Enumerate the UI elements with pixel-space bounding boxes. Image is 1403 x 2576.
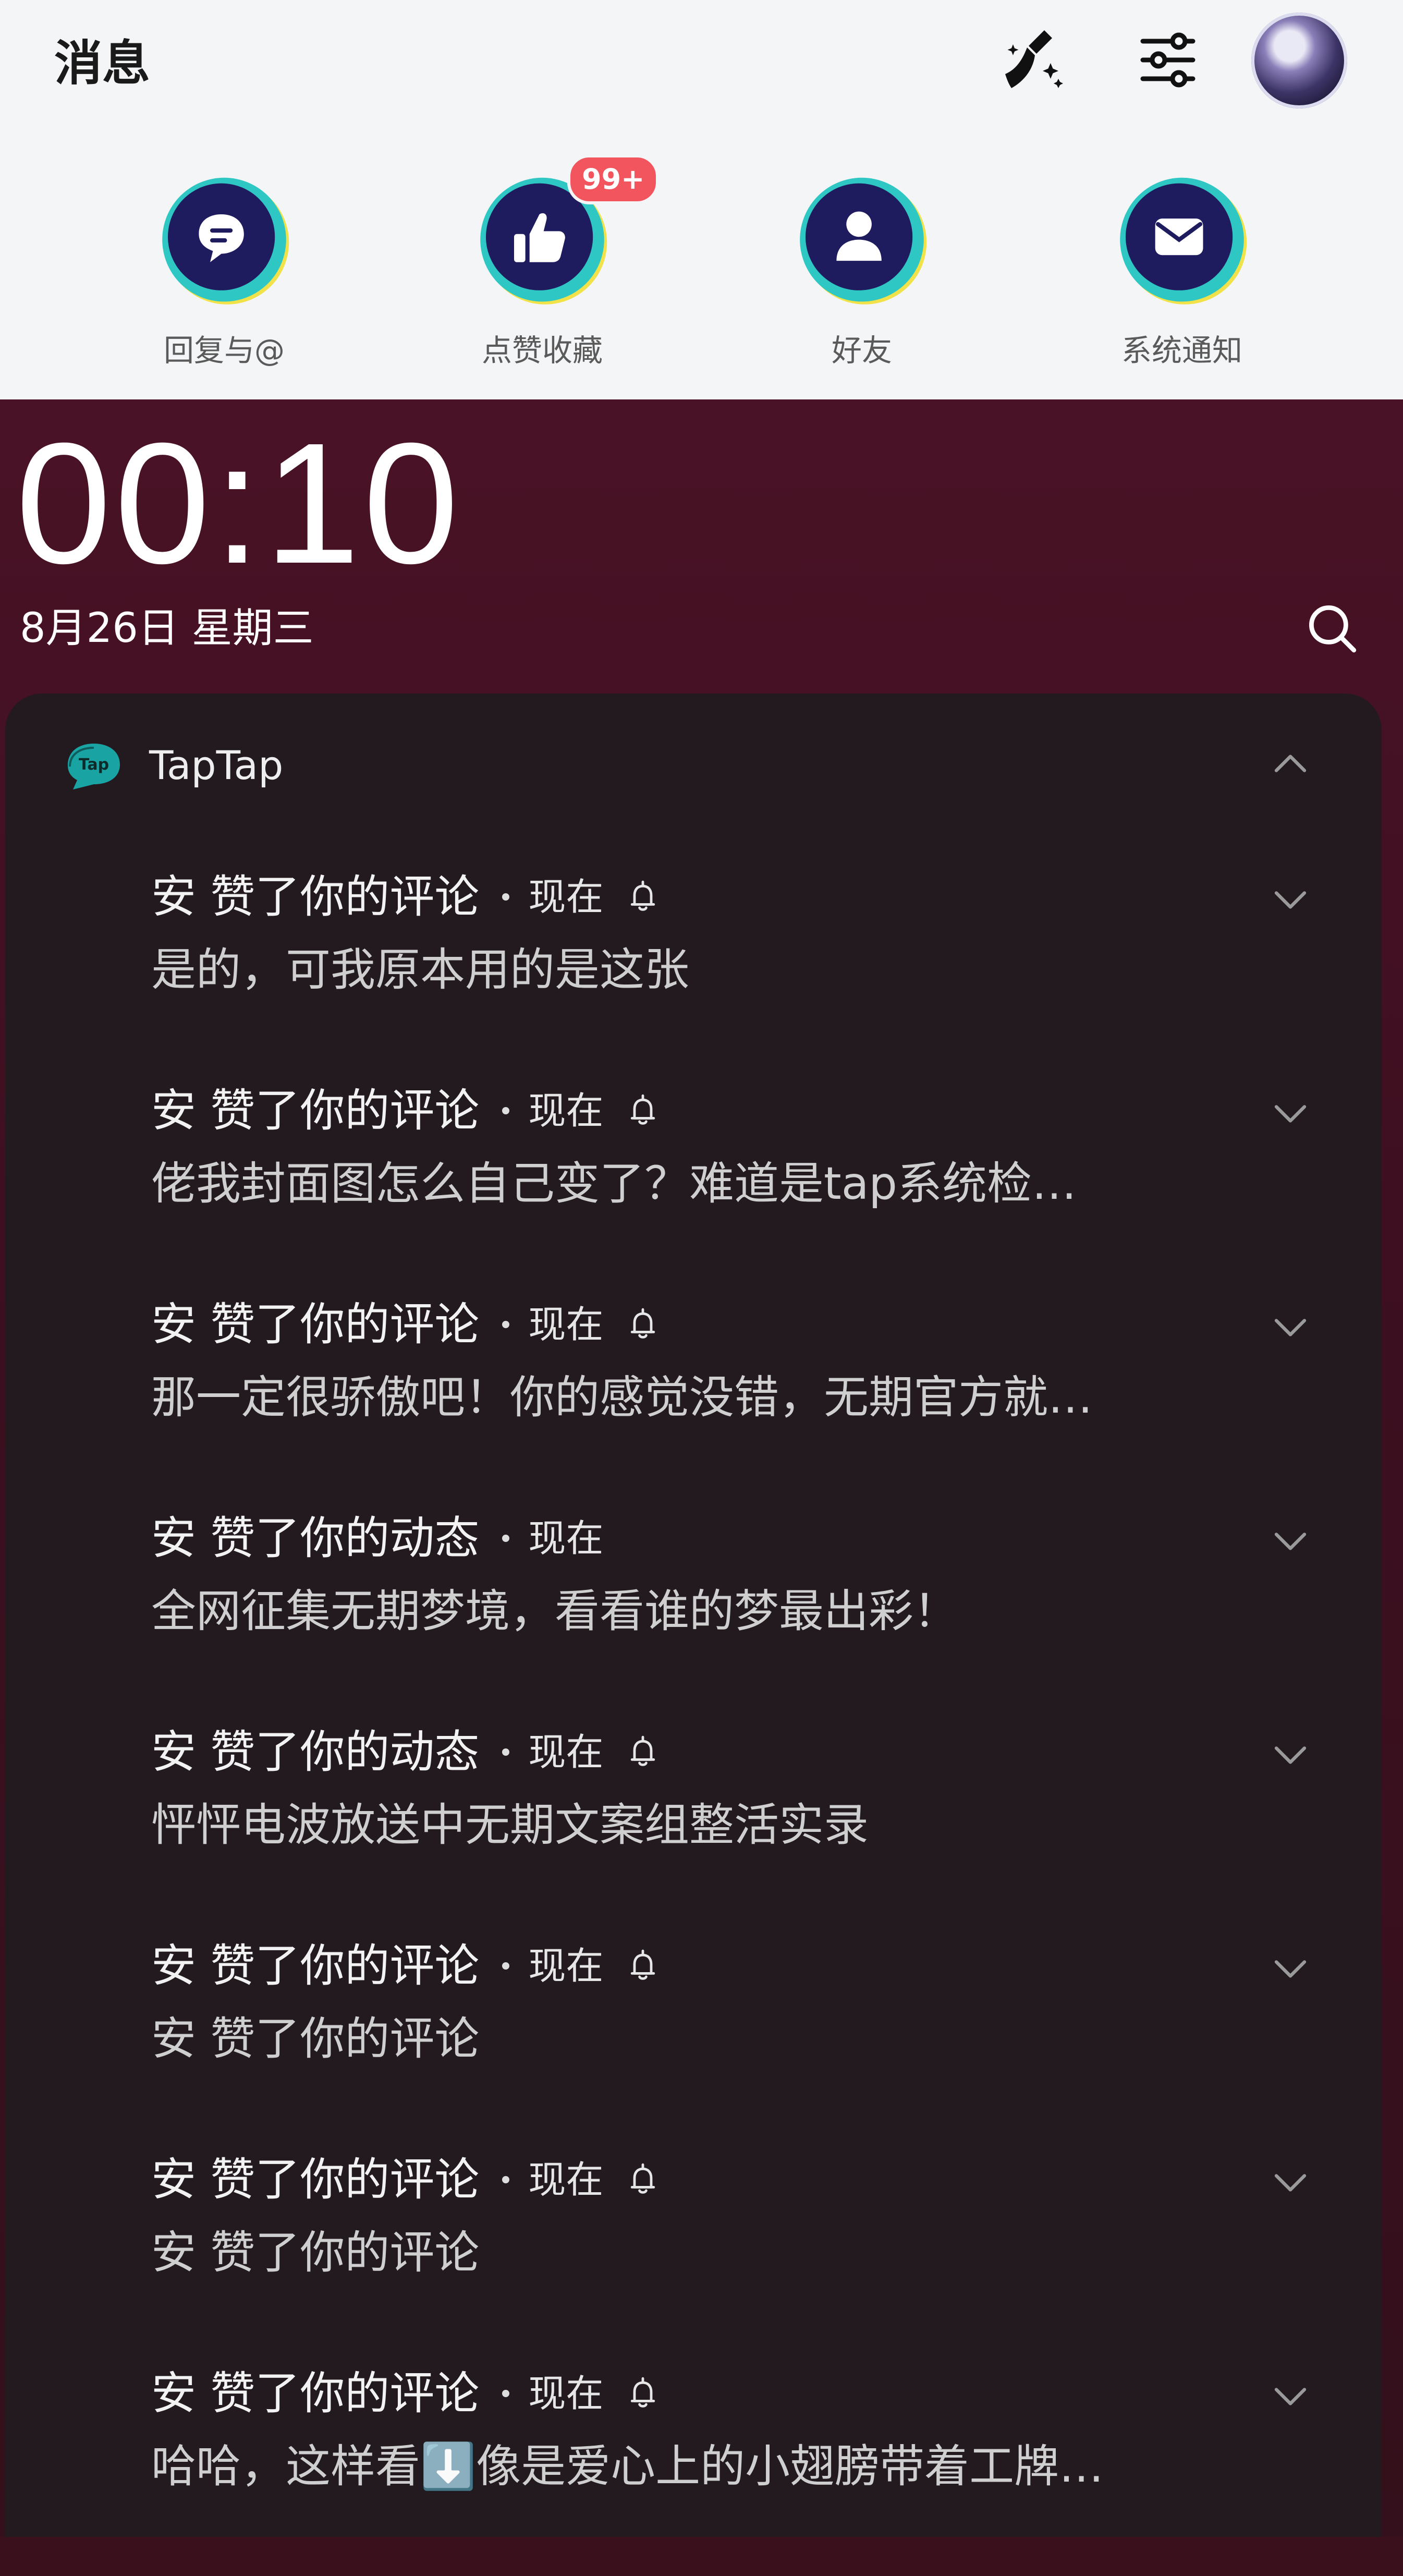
lockscreen-clock: 00:10 [16,407,462,599]
page-title: 消息 [54,35,151,91]
notification-header: 安 赞了你的评论 现在 [151,1935,664,1997]
bell-icon [631,2163,655,2194]
notification-title: 安 赞了你的评论 [151,871,480,923]
separator-dot [502,1748,510,1756]
bell-icon [631,880,655,911]
notification-item[interactable]: 安 赞了你的评论 现在 是的，可我原本用的是这张 [5,866,1382,1079]
broom-icon[interactable] [996,21,1074,99]
notification-body: 全网征集无期梦境，看看谁的梦最出彩！ [151,1585,958,1637]
notification-body: 哈哈，这样看⬇️像是爱心上的小翅膀带着工牌… [151,2440,1104,2493]
separator-dot [502,1107,510,1114]
person-icon [800,177,927,305]
notification-item[interactable]: 安 赞了你的动态 现在 怦怦电波放送中无期文案组整活实录 [5,1721,1382,1935]
notification-body: 佬我封面图怎么自己变了？难道是tap系统检… [151,1158,1077,1210]
chevron-down-icon[interactable] [1267,1304,1314,1351]
notification-item[interactable]: 安 赞了你的评论 现在 安 赞了你的评论 [5,1935,1382,2148]
notification-header: 安 赞了你的动态 现在 [151,1721,664,1783]
separator-dot [502,1321,510,1328]
notification-time: 现在 [528,1944,604,1988]
envelope-icon [1120,177,1247,305]
bell-icon [631,2377,655,2408]
category-label: 系统通知 [1121,333,1242,368]
category-label: 好友 [831,333,892,368]
notification-time: 现在 [528,1089,604,1133]
chevron-up-icon[interactable] [1267,740,1314,787]
filter-settings-icon[interactable] [1129,21,1207,99]
notification-time: 现在 [528,1303,604,1346]
category-system[interactable]: 系统通知 [1099,172,1265,371]
chat-bubble-icon [162,177,289,305]
notification-body: 是的，可我原本用的是这张 [151,944,689,996]
notification-body: 怦怦电波放送中无期文案组整活实录 [151,1799,869,1851]
notification-header: 安 赞了你的评论 现在 [151,2362,664,2425]
notification-time: 现在 [528,1516,604,1560]
notification-item[interactable]: 安 赞了你的评论 现在 佬我封面图怎么自己变了？难道是tap系统检… [5,1079,1382,1293]
category-friends[interactable]: 好友 [778,172,945,371]
chevron-down-icon[interactable] [1267,2159,1314,2206]
notification-time: 现在 [528,1730,604,1774]
bell-icon [631,1735,655,1766]
notification-title: 安 赞了你的动态 [151,1726,480,1778]
notification-title: 安 赞了你的动态 [151,1512,480,1564]
search-icon[interactable] [1303,600,1361,657]
notification-app-name: TapTap [149,742,284,788]
notification-header: 安 赞了你的评论 现在 [151,866,664,928]
category-label: 回复与@ [163,333,285,368]
notification-time: 现在 [528,875,604,919]
notification-time: 现在 [528,2158,604,2202]
notification-title: 安 赞了你的评论 [151,1940,480,1992]
category-label: 点赞收藏 [481,333,603,368]
notification-body: 那一定很骄傲吧！你的感觉没错，无期官方就… [151,1371,1093,1424]
separator-dot [502,1535,510,1542]
notification-title: 安 赞了你的评论 [151,2154,480,2206]
svg-text:Tap: Tap [79,756,109,774]
chevron-down-icon[interactable] [1267,1517,1314,1564]
notification-title: 安 赞了你的评论 [151,2367,480,2420]
unread-badge: 99+ [567,154,660,204]
category-reply[interactable]: 回复与@ [141,172,308,371]
notification-title: 安 赞了你的评论 [151,1298,480,1351]
notification-header: 安 赞了你的评论 现在 [151,2148,664,2211]
notification-header: 安 赞了你的评论 现在 [151,1079,664,1142]
notification-item[interactable]: 安 赞了你的动态 现在 全网征集无期梦境，看看谁的梦最出彩！ [5,1507,1382,1721]
separator-dot [502,893,510,901]
chevron-down-icon[interactable] [1267,876,1314,923]
taptap-app-icon: Tap [68,744,120,789]
notification-header: 安 赞了你的动态 现在 [151,1507,603,1570]
chevron-down-icon[interactable] [1267,1090,1314,1137]
notification-title: 安 赞了你的评论 [151,1085,480,1137]
bell-icon [631,1094,655,1125]
messages-header: 消息 回复与@ 点赞收藏 99+ 好友 系统通知 [0,0,1403,399]
notification-item[interactable]: 安 赞了你的评论 现在 安 赞了你的评论 [5,2148,1382,2362]
avatar[interactable] [1251,13,1347,108]
notification-item[interactable]: 安 赞了你的评论 现在 哈哈，这样看⬇️像是爱心上的小翅膀带着工牌… [5,2362,1382,2576]
notification-body: 安 赞了你的评论 [151,2013,480,2065]
notification-time: 现在 [528,2372,604,2415]
notification-app-header[interactable]: Tap TapTap [5,694,1382,824]
notification-group: Tap TapTap 安 赞了你的评论 现在 是的，可我原本用的是这张 安 赞了… [5,694,1382,2537]
chevron-down-icon[interactable] [1267,1731,1314,1778]
bell-icon [631,1949,655,1980]
bell-icon [631,1308,655,1339]
separator-dot [502,1962,510,1970]
lockscreen-date: 8月26日 星期三 [20,605,314,652]
separator-dot [502,2176,510,2183]
notification-item[interactable]: 安 赞了你的评论 现在 那一定很骄傲吧！你的感觉没错，无期官方就… [5,1293,1382,1507]
notification-header: 安 赞了你的评论 现在 [151,1293,664,1356]
separator-dot [502,2390,510,2397]
notification-body: 安 赞了你的评论 [151,2227,480,2279]
chevron-down-icon[interactable] [1267,1945,1314,1992]
chevron-down-icon[interactable] [1267,2373,1314,2420]
